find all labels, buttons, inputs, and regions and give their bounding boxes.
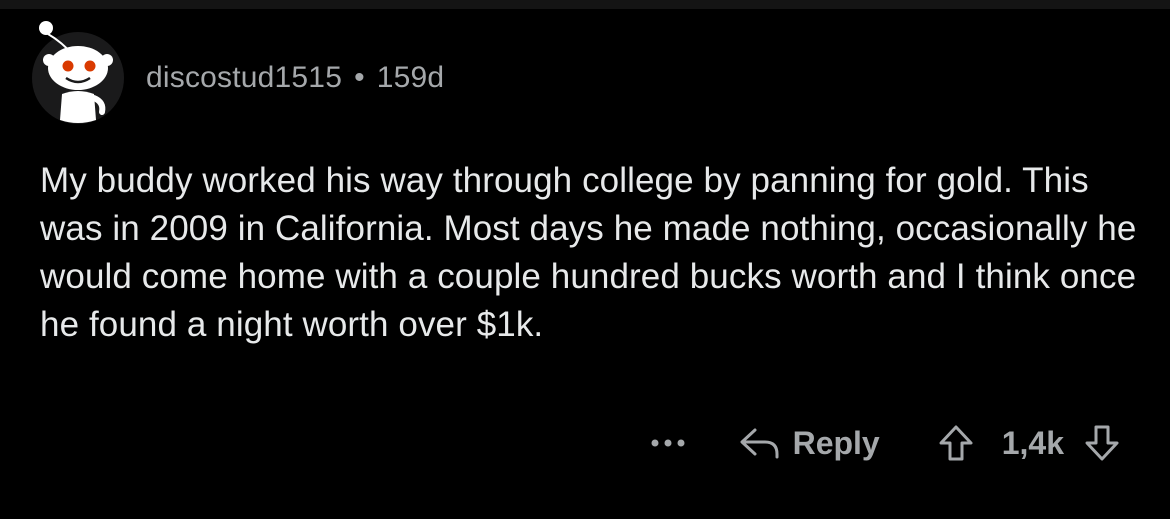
comment-card: discostud1515 • 159d My buddy worked his… [0,9,1170,519]
user-avatar[interactable] [32,21,124,124]
comment-age: 159d [376,61,445,94]
reply-arrow-icon [740,428,779,459]
snoo-avatar-icon [39,21,113,123]
downvote-arrow-icon [1085,425,1119,461]
reply-label: Reply [792,424,880,461]
comment-body: My buddy worked his way through college … [40,161,1137,344]
comment-header: discostud1515 • 159d [32,21,444,124]
comment-meta: discostud1515 • 159d [146,61,444,95]
downvote-button[interactable] [1084,424,1120,462]
username-link[interactable]: discostud1515 [146,61,342,95]
upvote-arrow-icon [939,425,973,461]
meta-separator: • [354,61,365,94]
more-options-button[interactable] [651,438,685,448]
upvote-button[interactable] [938,424,974,462]
comment-actions: Reply 1,4k [651,419,1120,467]
reply-button[interactable]: Reply [739,425,880,462]
vote-score: 1,4k [1001,424,1064,461]
vote-controls: 1,4k [938,424,1120,462]
more-options-icon [651,439,685,447]
top-strip [0,0,1170,9]
